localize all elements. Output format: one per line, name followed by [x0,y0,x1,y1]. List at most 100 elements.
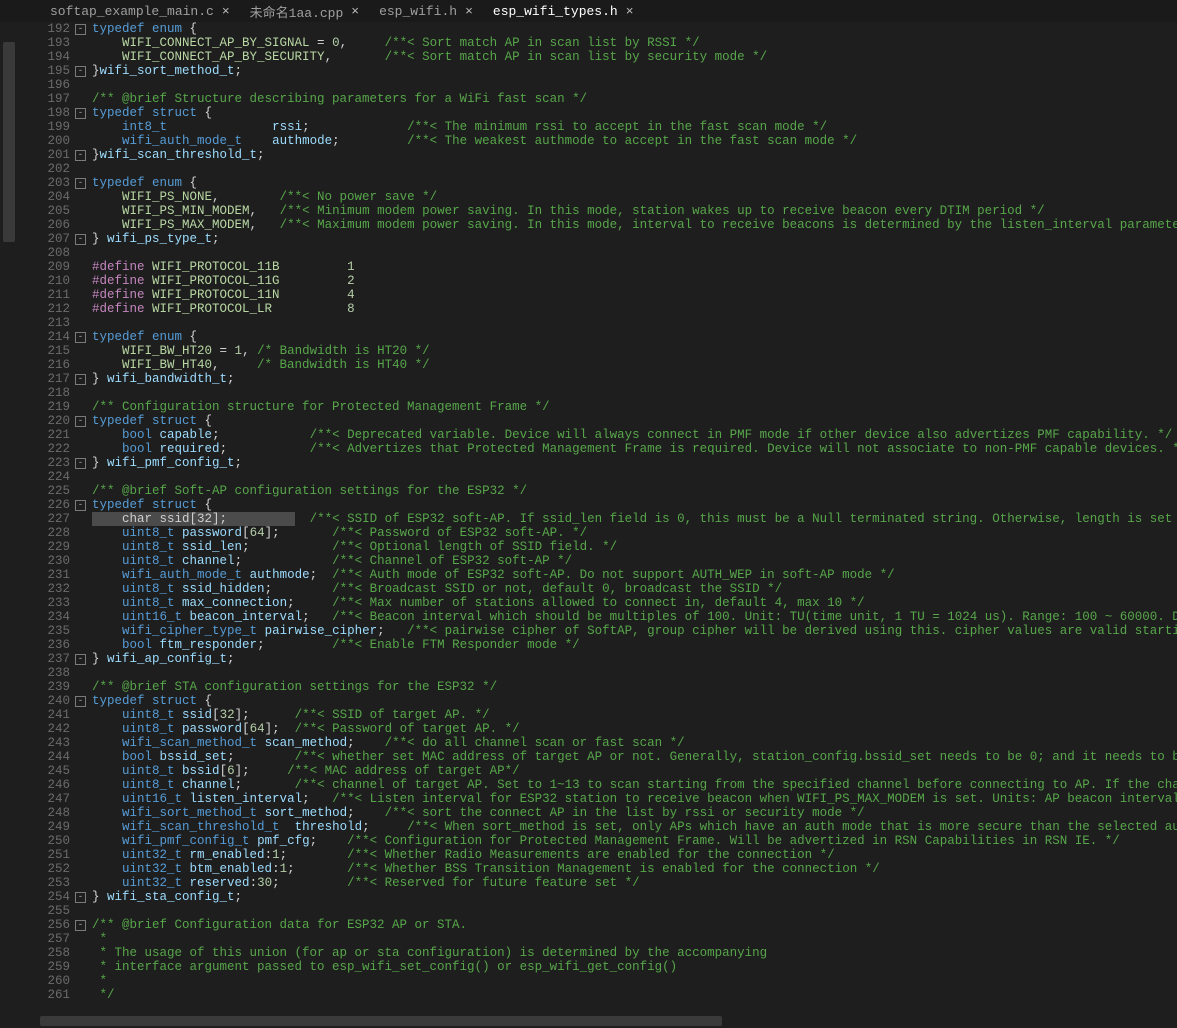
code-line[interactable]: uint8_t password[64]; /**< Password of E… [92,526,1177,540]
code-line[interactable]: uint8_t bssid[6]; /**< MAC address of ta… [92,764,1177,778]
code-line[interactable]: #define WIFI_PROTOCOL_LR 8 [92,302,1177,316]
code-line[interactable]: WIFI_PS_MAX_MODEM, /**< Maximum modem po… [92,218,1177,232]
code-line[interactable]: uint16_t beacon_interval; /**< Beacon in… [92,610,1177,624]
code-line[interactable]: bool bssid_set; /**< whether set MAC add… [92,750,1177,764]
vertical-scroll-thumb[interactable] [3,42,15,242]
code-line[interactable]: wifi_scan_method_t scan_method; /**< do … [92,736,1177,750]
code-line[interactable] [92,162,1177,176]
code-line[interactable]: } wifi_bandwidth_t; [92,372,1177,386]
close-icon[interactable]: × [465,4,473,19]
code-line[interactable]: uint16_t listen_interval; /**< Listen in… [92,792,1177,806]
code-line[interactable]: * interface argument passed to esp_wifi_… [92,960,1177,974]
code-line[interactable]: uint8_t ssid[32]; /**< SSID of target AP… [92,708,1177,722]
fold-toggle-icon[interactable]: - [75,374,86,385]
code-line[interactable]: uint8_t max_connection; /**< Max number … [92,596,1177,610]
code-line[interactable]: WIFI_PS_NONE, /**< No power save */ [92,190,1177,204]
code-line[interactable]: wifi_scan_threshold_t threshold; /**< Wh… [92,820,1177,834]
tab----1aa-cpp[interactable]: 未命名1aa.cpp× [240,0,369,22]
fold-toggle-icon[interactable]: - [75,892,86,903]
code-line[interactable]: uint8_t password[64]; /**< Password of t… [92,722,1177,736]
code-line[interactable]: typedef enum { [92,22,1177,36]
code-line[interactable]: }wifi_scan_threshold_t; [92,148,1177,162]
fold-toggle-icon[interactable]: - [75,696,86,707]
code-line[interactable] [92,386,1177,400]
fold-toggle-icon[interactable]: - [75,458,86,469]
code-line[interactable]: #define WIFI_PROTOCOL_11N 4 [92,288,1177,302]
code-line[interactable]: /** @brief Configuration data for ESP32 … [92,918,1177,932]
fold-toggle-icon[interactable]: - [75,500,86,511]
code-line[interactable]: wifi_sort_method_t sort_method; /**< sor… [92,806,1177,820]
code-line[interactable]: typedef struct { [92,498,1177,512]
code-line[interactable]: typedef enum { [92,330,1177,344]
code-line[interactable]: typedef enum { [92,176,1177,190]
code-line[interactable]: } wifi_ps_type_t; [92,232,1177,246]
code-line[interactable]: bool ftm_responder; /**< Enable FTM Resp… [92,638,1177,652]
fold-toggle-icon[interactable]: - [75,150,86,161]
code-line[interactable]: /** @brief Structure describing paramete… [92,92,1177,106]
vertical-scrollbar[interactable] [0,22,18,1014]
code-line[interactable]: WIFI_CONNECT_AP_BY_SIGNAL = 0, /**< Sort… [92,36,1177,50]
code-line[interactable]: uint32_t btm_enabled:1; /**< Whether BSS… [92,862,1177,876]
code-line[interactable] [92,904,1177,918]
code-line[interactable]: } wifi_pmf_config_t; [92,456,1177,470]
code-line[interactable]: WIFI_PS_MIN_MODEM, /**< Minimum modem po… [92,204,1177,218]
code-line[interactable]: } wifi_sta_config_t; [92,890,1177,904]
fold-column[interactable]: - - - - - - - - - - - - - - - [74,22,88,1002]
fold-toggle-icon[interactable]: - [75,234,86,245]
code-line[interactable]: uint8_t channel; /**< channel of target … [92,778,1177,792]
tab-esp-wifi-h[interactable]: esp_wifi.h× [369,0,483,22]
code-line[interactable]: * [92,974,1177,988]
fold-toggle-icon[interactable]: - [75,24,86,35]
code-line[interactable]: wifi_auth_mode_t authmode; /**< Auth mod… [92,568,1177,582]
code-line[interactable] [92,246,1177,260]
code-line[interactable] [92,316,1177,330]
code-line[interactable]: } wifi_ap_config_t; [92,652,1177,666]
horizontal-scrollbar[interactable] [40,1014,1177,1028]
code-area[interactable]: typedef enum { WIFI_CONNECT_AP_BY_SIGNAL… [88,22,1177,1014]
code-line[interactable]: uint8_t ssid_len; /**< Optional length o… [92,540,1177,554]
code-line[interactable]: /** @brief Soft-AP configuration setting… [92,484,1177,498]
tab-softap-example-main-c[interactable]: softap_example_main.c× [40,0,240,22]
code-line[interactable]: typedef struct { [92,106,1177,120]
horizontal-scroll-thumb[interactable] [40,1016,722,1026]
fold-toggle-icon[interactable]: - [75,178,86,189]
code-line[interactable] [92,470,1177,484]
code-line[interactable]: bool required; /**< Advertizes that Prot… [92,442,1177,456]
line-number: 256 [30,918,70,932]
code-line[interactable]: typedef struct { [92,414,1177,428]
code-line[interactable]: uint32_t reserved:30; /**< Reserved for … [92,876,1177,890]
code-line[interactable]: WIFI_CONNECT_AP_BY_SECURITY, /**< Sort m… [92,50,1177,64]
code-line[interactable]: bool capable; /**< Deprecated variable. … [92,428,1177,442]
code-line[interactable]: * [92,932,1177,946]
fold-toggle-icon[interactable]: - [75,332,86,343]
fold-toggle-icon[interactable]: - [75,108,86,119]
code-line[interactable]: char ssid[32]; /**< SSID of ESP32 soft-A… [92,512,1177,526]
code-line[interactable]: }wifi_sort_method_t; [92,64,1177,78]
code-line[interactable]: wifi_pmf_config_t pmf_cfg; /**< Configur… [92,834,1177,848]
code-line[interactable]: WIFI_BW_HT20 = 1, /* Bandwidth is HT20 *… [92,344,1177,358]
fold-toggle-icon[interactable]: - [75,416,86,427]
code-line[interactable]: /** Configuration structure for Protecte… [92,400,1177,414]
code-line[interactable]: WIFI_BW_HT40, /* Bandwidth is HT40 */ [92,358,1177,372]
code-line[interactable]: #define WIFI_PROTOCOL_11B 1 [92,260,1177,274]
fold-toggle-icon[interactable]: - [75,654,86,665]
code-line[interactable]: uint8_t channel; /**< Channel of ESP32 s… [92,554,1177,568]
code-line[interactable] [92,666,1177,680]
code-line[interactable]: uint8_t ssid_hidden; /**< Broadcast SSID… [92,582,1177,596]
code-line[interactable]: #define WIFI_PROTOCOL_11G 2 [92,274,1177,288]
code-line[interactable]: uint32_t rm_enabled:1; /**< Whether Radi… [92,848,1177,862]
close-icon[interactable]: × [626,4,634,19]
code-line[interactable]: int8_t rssi; /**< The minimum rssi to ac… [92,120,1177,134]
tab-esp-wifi-types-h[interactable]: esp_wifi_types.h× [483,0,644,22]
code-line[interactable]: /** @brief STA configuration settings fo… [92,680,1177,694]
close-icon[interactable]: × [351,4,359,19]
code-line[interactable] [92,78,1177,92]
code-line[interactable]: wifi_auth_mode_t authmode; /**< The weak… [92,134,1177,148]
code-line[interactable]: * The usage of this union (for ap or sta… [92,946,1177,960]
code-line[interactable]: typedef struct { [92,694,1177,708]
close-icon[interactable]: × [222,4,230,19]
fold-toggle-icon[interactable]: - [75,920,86,931]
code-line[interactable]: wifi_cipher_type_t pairwise_cipher; /**<… [92,624,1177,638]
code-line[interactable]: */ [92,988,1177,1002]
fold-toggle-icon[interactable]: - [75,66,86,77]
